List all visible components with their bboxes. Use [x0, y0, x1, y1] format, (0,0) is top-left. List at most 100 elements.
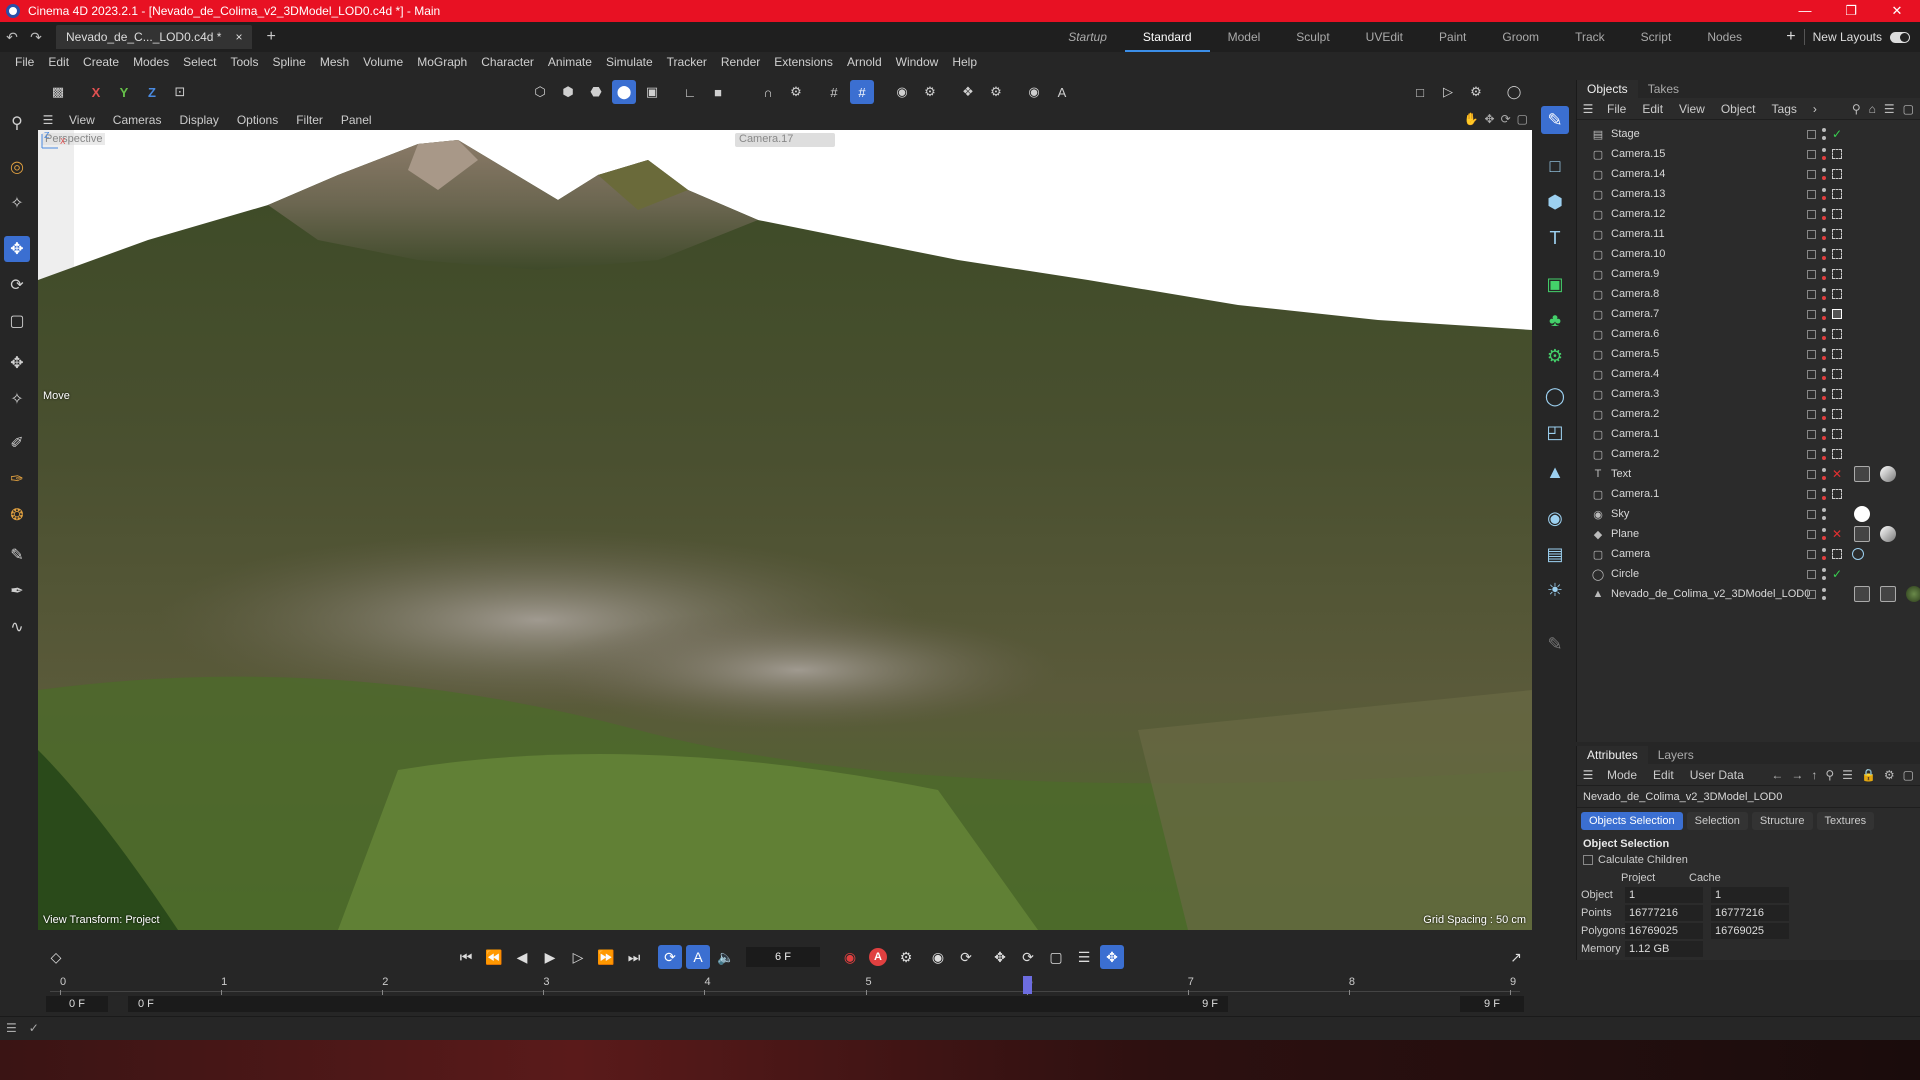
texture-mode-icon[interactable]: ▣ [640, 80, 664, 104]
transform-tool-icon[interactable]: ✥ [4, 350, 30, 376]
preview-range-slider[interactable]: 0 F 9 F [128, 996, 1228, 1012]
layer-edit-icon[interactable] [1807, 329, 1816, 339]
spline-sketch-icon[interactable]: ✑ [4, 466, 30, 492]
visibility-dots-icon[interactable] [1822, 168, 1826, 180]
enabled-check-icon[interactable]: ✓ [1832, 567, 1844, 581]
attribute-manager-hamburger-icon[interactable]: ☰ [1577, 768, 1599, 782]
menu-render[interactable]: Render [714, 55, 767, 69]
menu-spline[interactable]: Spline [265, 55, 312, 69]
visibility-dots-icon[interactable] [1822, 388, 1826, 400]
attribute-menu-mode[interactable]: Mode [1599, 768, 1645, 782]
menu-edit[interactable]: Edit [41, 55, 76, 69]
brush-tool-icon[interactable]: ✎ [4, 542, 30, 568]
camera-tag-icon[interactable] [1832, 289, 1842, 299]
search-icon[interactable]: ⚲ [1825, 768, 1834, 782]
magnet-snap-icon[interactable]: ∩ [756, 80, 780, 104]
object-row[interactable]: ▢ Camera.8 [1577, 284, 1920, 304]
scale-tool-icon[interactable]: ▢ [4, 308, 30, 334]
layer-edit-icon[interactable] [1807, 249, 1816, 259]
checkbox-box[interactable] [1583, 855, 1593, 865]
scene-nodes-icon[interactable]: ✎ [1541, 630, 1569, 658]
play-icon[interactable]: ▶ [538, 945, 562, 969]
maximize-viewport-icon[interactable]: ▢ [1517, 112, 1528, 126]
subtab-textures[interactable]: Textures [1816, 812, 1875, 830]
mirror-settings-icon[interactable]: ⚙ [984, 80, 1008, 104]
material-tag-icon[interactable] [1880, 526, 1896, 542]
layer-edit-icon[interactable] [1807, 169, 1816, 179]
layer-edit-icon[interactable] [1807, 429, 1816, 439]
text-spline-icon[interactable]: T [1541, 224, 1569, 252]
object-row[interactable]: ▢ Camera.1 [1577, 424, 1920, 444]
coordinate-system-icon[interactable]: ▩ [46, 80, 70, 104]
dolly-icon[interactable]: ✥ [1485, 112, 1495, 126]
object-row[interactable]: ▢ Camera.12 [1577, 204, 1920, 224]
menu-mesh[interactable]: Mesh [313, 55, 356, 69]
object-row[interactable]: ▢ Camera.11 [1577, 224, 1920, 244]
next-frame-icon[interactable]: ▷ [566, 945, 590, 969]
menu-tools[interactable]: Tools [223, 55, 265, 69]
visibility-dots-icon[interactable] [1822, 528, 1826, 540]
menu-tracker[interactable]: Tracker [660, 55, 714, 69]
render-view-icon[interactable]: ◉ [1022, 80, 1046, 104]
camera-tag-icon[interactable] [1832, 209, 1842, 219]
layer-edit-icon[interactable] [1807, 289, 1816, 299]
environment-icon[interactable]: ◉ [1541, 504, 1569, 532]
selection-filter-icon[interactable]: ✧ [4, 190, 30, 216]
extrude-tool-icon[interactable]: ✧ [4, 386, 30, 412]
search-icon[interactable]: ⚲ [1852, 102, 1861, 116]
visibility-dots-icon[interactable] [1822, 268, 1826, 280]
points-mode-icon[interactable]: ⬡ [528, 80, 552, 104]
layout-tab-standard[interactable]: Standard [1124, 22, 1210, 52]
viewport-menu-options[interactable]: Options [228, 113, 287, 127]
visibility-dots-icon[interactable] [1822, 508, 1826, 520]
search-icon[interactable]: ⚲ [4, 110, 30, 136]
record-parameter-icon[interactable]: ☰ [1072, 945, 1096, 969]
loop-icon[interactable]: ⟳ [658, 945, 682, 969]
object-row[interactable]: ▲ Nevado_de_Colima_v2_3DModel_LOD0 [1577, 584, 1920, 604]
lock-z-axis-button[interactable]: Z [140, 80, 164, 104]
timeline-playhead[interactable] [1022, 976, 1032, 994]
menu-volume[interactable]: Volume [356, 55, 410, 69]
workplane-snap-icon[interactable]: # [850, 80, 874, 104]
edges-mode-icon[interactable]: ⬢ [556, 80, 580, 104]
object-row[interactable]: ▢ Camera.13 [1577, 184, 1920, 204]
key-interpolation-icon[interactable]: ⟳ [954, 945, 978, 969]
object-row[interactable]: ▢ Camera.14 [1577, 164, 1920, 184]
layer-edit-icon[interactable] [1807, 569, 1816, 579]
visibility-dots-icon[interactable] [1822, 568, 1826, 580]
document-tab[interactable]: Nevado_de_C..._LOD0.c4d * × [56, 25, 253, 49]
layer-edit-icon[interactable] [1807, 589, 1816, 599]
object-menu-view[interactable]: View [1671, 102, 1713, 116]
lock-y-axis-button[interactable]: Y [112, 80, 136, 104]
visibility-dots-icon[interactable] [1822, 188, 1826, 200]
object-row[interactable]: T Text ✕ [1577, 464, 1920, 484]
tab-layers[interactable]: Layers [1648, 746, 1704, 764]
model-mode-icon[interactable]: ⬤ [612, 80, 636, 104]
autokey-icon[interactable]: A [869, 948, 887, 966]
object-row[interactable]: ◆ Plane ✕ [1577, 524, 1920, 544]
close-icon[interactable]: ✕ [1874, 0, 1920, 22]
visibility-dots-icon[interactable] [1822, 148, 1826, 160]
new-document-icon[interactable]: + [266, 28, 275, 46]
layout-tab-uvedit[interactable]: UVEdit [1348, 22, 1421, 52]
menu-arnold[interactable]: Arnold [840, 55, 889, 69]
visibility-dots-icon[interactable] [1822, 288, 1826, 300]
enabled-check-icon[interactable]: ✓ [1832, 127, 1844, 141]
filter-icon[interactable]: ☰ [1884, 102, 1895, 116]
visibility-dots-icon[interactable] [1822, 448, 1826, 460]
add-layout-icon[interactable]: + [1786, 28, 1795, 46]
viewport-menu-view[interactable]: View [60, 113, 104, 127]
layer-edit-icon[interactable] [1807, 549, 1816, 559]
render-settings-icon[interactable]: ⚙ [1464, 80, 1488, 104]
key-settings-icon[interactable]: ⚙ [894, 945, 918, 969]
polygon-pen-icon[interactable]: ∿ [4, 614, 30, 640]
viewport-camera-selector[interactable]: Camera.17 [735, 133, 835, 147]
mirror-icon[interactable]: ❖ [956, 80, 980, 104]
object-menu-object[interactable]: Object [1713, 102, 1764, 116]
record-pla-icon[interactable]: ✥ [1100, 945, 1124, 969]
cube-primitive-icon[interactable]: □ [1541, 152, 1569, 180]
document-tab-close-icon[interactable]: × [235, 30, 242, 44]
visibility-dots-icon[interactable] [1822, 488, 1826, 500]
next-key-icon[interactable]: ⏩ [594, 945, 618, 969]
layer-edit-icon[interactable] [1807, 389, 1816, 399]
